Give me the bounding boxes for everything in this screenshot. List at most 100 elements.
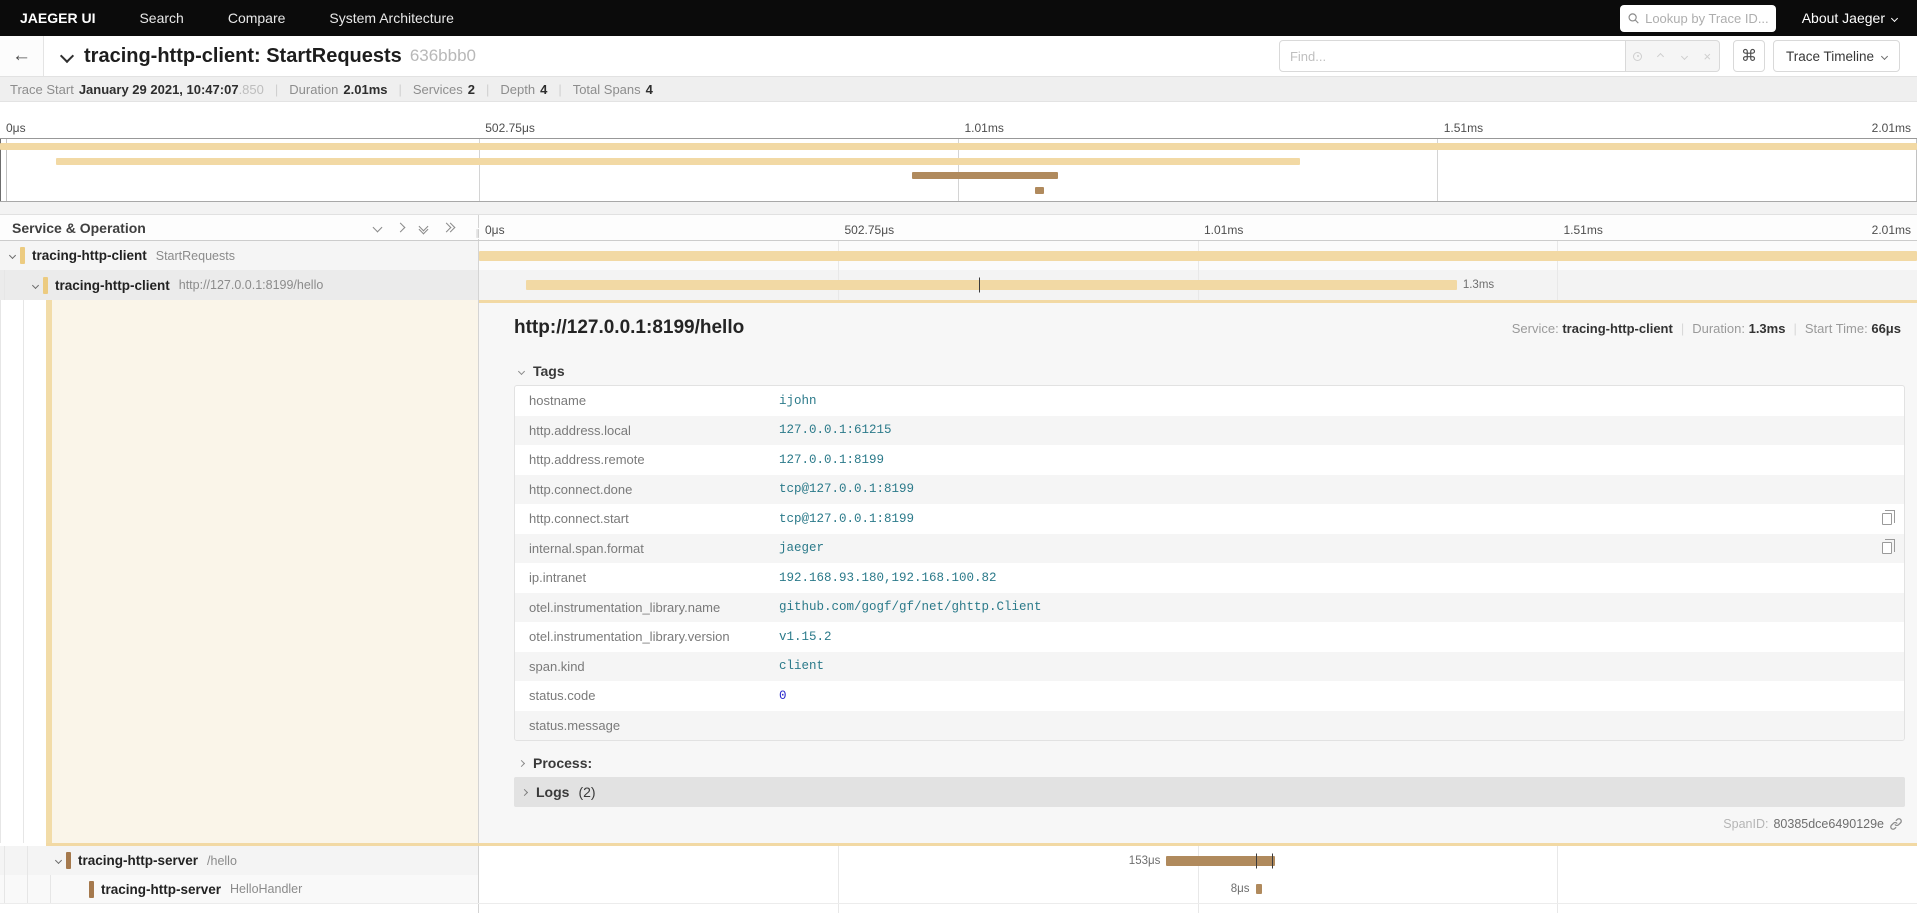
- minimap-spacer: [0, 202, 1917, 215]
- span-name-cell[interactable]: tracing-http-server /hello: [0, 846, 479, 875]
- clear-search-icon[interactable]: ×: [1697, 49, 1717, 64]
- timeline-tick-label: 0μs: [6, 121, 26, 135]
- span-operation-title: http://127.0.0.1:8199/hello: [514, 317, 745, 338]
- span-row-http-hello-client[interactable]: tracing-http-client http://127.0.0.1:819…: [0, 270, 1917, 300]
- expand-all-icon[interactable]: [441, 222, 456, 233]
- chevron-right-icon: [517, 759, 526, 767]
- span-row-startrequests[interactable]: tracing-http-client StartRequests: [0, 241, 1917, 270]
- chevron-down-icon: [1890, 14, 1899, 22]
- chevron-down-icon[interactable]: [27, 281, 43, 289]
- span-row-server-hello[interactable]: tracing-http-server /hello 153μs: [0, 846, 1917, 875]
- collapse-all-icon[interactable]: [418, 221, 429, 234]
- trace-lookup-input[interactable]: [1645, 10, 1768, 26]
- spanid-label: SpanID:: [1723, 817, 1769, 831]
- span-detail-row: http://127.0.0.1:8199/hello Service: tra…: [0, 300, 1917, 843]
- span-timeline-cell[interactable]: 1.3ms: [479, 270, 1917, 300]
- trace-view-label: Trace Timeline: [1785, 48, 1874, 64]
- summary-separator: |: [398, 81, 402, 97]
- tag-key: status.message: [529, 717, 621, 733]
- minimap-span-bar: [912, 172, 1059, 179]
- next-result-icon[interactable]: [1674, 52, 1694, 60]
- span-duration-bar[interactable]: [1255, 884, 1262, 894]
- tag-row-http-address-remote: http.address.remote 127.0.0.1:8199: [515, 445, 1904, 475]
- tag-key: status.code: [529, 688, 596, 704]
- summary-value-duration: 2.01ms: [343, 81, 388, 97]
- chevron-down-icon[interactable]: [50, 856, 66, 865]
- back-button[interactable]: ←: [0, 36, 44, 76]
- deep-link-icon[interactable]: [1889, 817, 1903, 831]
- span-timeline-cell[interactable]: 153μs: [479, 846, 1917, 875]
- process-section-label: Process:: [533, 755, 593, 771]
- app-logo[interactable]: JAEGER UI: [20, 10, 95, 26]
- jaeger-trace-page: JAEGER UI Search Compare System Architectu…: [0, 0, 1917, 913]
- keyboard-shortcuts-button[interactable]: ⌘: [1732, 40, 1765, 72]
- tag-key: internal.span.format: [529, 540, 644, 556]
- process-section-toggle[interactable]: Process:: [517, 751, 1917, 775]
- minimap-span-bar: [1035, 186, 1044, 194]
- timeline-tick-label: 1.01ms: [1204, 223, 1244, 237]
- tag-row-otel-instrumentation-library-name: otel.instrumentation_library.name github.…: [515, 592, 1904, 622]
- span-name-cell[interactable]: tracing-http-client StartRequests: [0, 241, 479, 270]
- minimap-span-bar: [0, 143, 1917, 150]
- span-timeline-cell[interactable]: 8μs: [479, 875, 1917, 903]
- tag-value: tcp@127.0.0.1:8199: [779, 482, 915, 497]
- summary-label-trace-start: Trace Start: [10, 81, 74, 97]
- tag-value: jaeger: [779, 541, 825, 556]
- span-color-bar: [66, 852, 71, 869]
- span-list-header: Service & Operation ∥ 0μs 502.75μs 1.01ms 1…: [0, 215, 1917, 241]
- tags-section-label: Tags: [533, 363, 565, 379]
- tag-row-otel-instrumentation-library-version: otel.instrumentation_library.version v1.1…: [515, 622, 1904, 652]
- timeline-tick-label: 1.51ms: [1563, 223, 1603, 237]
- indent-guide: [0, 300, 23, 843]
- tag-row-ip-intranet: ip.intranet 192.168.93.180,192.168.100.82: [515, 563, 1904, 593]
- indent-guide: [23, 300, 46, 843]
- expand-one-icon[interactable]: [395, 222, 406, 233]
- prev-result-icon[interactable]: [1651, 52, 1671, 60]
- span-row-hellohandler[interactable]: tracing-http-server HelloHandler 8μs: [0, 875, 1917, 904]
- tag-row-http-connect-done: http.connect.done tcp@127.0.0.1:8199: [515, 474, 1904, 504]
- tag-key: otel.instrumentation_library.version: [529, 629, 730, 645]
- chevron-down-icon[interactable]: [4, 251, 20, 260]
- indent-guide: [4, 270, 27, 300]
- trace-header: ← tracing-http-client: StartRequests 636…: [0, 36, 1917, 77]
- copy-icon[interactable]: [1882, 539, 1895, 555]
- span-name-cell[interactable]: tracing-http-server HelloHandler: [0, 875, 479, 903]
- span-duration-bar[interactable]: [1166, 855, 1275, 866]
- tags-table: hostname ijohn http.address.local 127.0.0.1…: [514, 385, 1905, 741]
- trace-view-selector[interactable]: Trace Timeline: [1772, 40, 1900, 72]
- nav-link-search[interactable]: Search: [139, 10, 183, 26]
- collapse-one-icon[interactable]: [372, 222, 383, 233]
- tags-section-toggle[interactable]: Tags: [517, 359, 1917, 383]
- find-toolbar: ×: [1625, 40, 1720, 72]
- span-name-cell[interactable]: tracing-http-client http://127.0.0.1:819…: [0, 270, 479, 300]
- find-input[interactable]: [1278, 40, 1626, 72]
- about-jaeger-menu[interactable]: About Jaeger: [1802, 10, 1899, 26]
- tag-row-hostname: hostname ijohn: [515, 386, 1904, 416]
- summary-value-depth: 4: [540, 81, 548, 97]
- span-duration-bar[interactable]: [479, 250, 1917, 261]
- span-detail-header: http://127.0.0.1:8199/hello Service: tra…: [514, 317, 1901, 351]
- trace-lookup-box[interactable]: [1619, 4, 1776, 32]
- minimap-canvas[interactable]: [0, 138, 1917, 202]
- span-rows: tracing-http-client StartRequests tracin…: [0, 241, 1917, 913]
- tag-value: v1.15.2: [779, 629, 832, 644]
- copy-icon[interactable]: [1882, 509, 1895, 525]
- trace-summary-bar: Trace Start January 29 2021, 10:47:07.850…: [0, 77, 1917, 102]
- log-marker-tick: [1272, 853, 1274, 868]
- match-highlight-icon[interactable]: [1628, 51, 1648, 61]
- tag-key: http.address.local: [529, 422, 631, 438]
- span-service: tracing-http-server: [78, 853, 199, 868]
- nav-link-compare[interactable]: Compare: [228, 10, 286, 26]
- summary-label-duration: Duration: [289, 81, 339, 97]
- span-duration-label: 1.3ms: [1462, 279, 1495, 291]
- logs-section-toggle[interactable]: Logs (2): [514, 777, 1905, 807]
- service-operation-header: Service & Operation ∥: [0, 215, 482, 240]
- span-duration-bar[interactable]: [526, 280, 1457, 290]
- indent-guide: [4, 846, 27, 875]
- timeline-tick-label: 2.01ms: [1871, 223, 1911, 237]
- collapse-trace-chevron-icon[interactable]: [59, 48, 75, 64]
- nav-link-system-architecture[interactable]: System Architecture: [329, 10, 454, 26]
- search-icon: [1628, 12, 1639, 24]
- timeline-tick-label: 2.01ms: [1871, 121, 1911, 135]
- span-timeline-cell[interactable]: [479, 241, 1917, 270]
